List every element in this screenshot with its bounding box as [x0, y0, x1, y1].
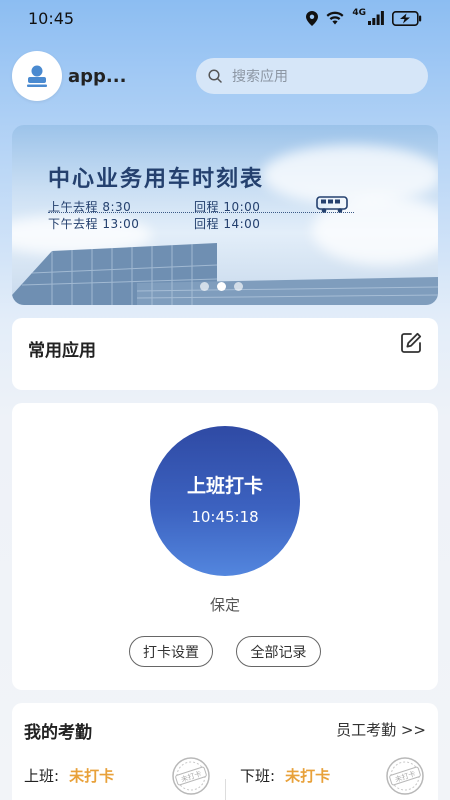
- location-icon: [306, 10, 319, 26]
- off-duty-label: 下班:: [240, 767, 276, 785]
- all-records-button[interactable]: 全部记录: [236, 636, 321, 667]
- battery-charging-icon: [392, 10, 422, 26]
- status-bar: 10:45 4G: [0, 0, 450, 36]
- banner-building: [12, 243, 438, 305]
- banner-divider: [48, 212, 354, 213]
- banner-title: 中心业务用车时刻表: [48, 167, 265, 192]
- top-bar: app... 搜索应用: [12, 51, 438, 101]
- signal-icon: [368, 11, 384, 25]
- carousel-dot[interactable]: [200, 282, 209, 291]
- clock-in-label: 上班打卡: [186, 474, 263, 497]
- carousel-indicator: [200, 282, 243, 291]
- bus-icon: [316, 196, 348, 213]
- status-time: 10:45: [28, 8, 75, 28]
- search-icon: [208, 69, 222, 83]
- clock-in-time: 10:45:18: [191, 507, 259, 526]
- user-icon: [27, 65, 47, 87]
- on-duty-row: 上班: 未打卡: [24, 765, 114, 786]
- banner-afternoon-return: 回程 14:00: [194, 217, 261, 231]
- not-clocked-stamp-icon: 未打卡: [386, 757, 424, 795]
- clock-in-button[interactable]: 上班打卡 10:45:18: [150, 426, 300, 576]
- network-type: 4G: [352, 8, 366, 18]
- carousel-dot[interactable]: [234, 282, 243, 291]
- banner-afternoon-go: 下午去程 13:00: [48, 217, 140, 231]
- not-clocked-stamp-icon: 未打卡: [172, 757, 210, 795]
- banner-carousel[interactable]: 中心业务用车时刻表 上午去程 8:30 回程 10:00 下午去程 13:00 …: [12, 125, 438, 305]
- carousel-dot[interactable]: [217, 282, 226, 291]
- attendance-card: 我的考勤 员工考勤 >> 上班: 未打卡 未打卡 下班: 未打卡 未打卡: [12, 703, 438, 800]
- clock-in-card: 上班打卡 10:45:18 保定 打卡设置 全部记录: [12, 403, 438, 690]
- staff-attendance-link[interactable]: 员工考勤 >>: [336, 719, 426, 740]
- app-name: app...: [68, 65, 127, 87]
- banner-cloud: [262, 145, 438, 205]
- clock-in-location: 保定: [209, 596, 240, 614]
- avatar[interactable]: [12, 51, 62, 101]
- edit-icon[interactable]: [400, 332, 422, 354]
- off-duty-status: 未打卡: [285, 767, 331, 785]
- common-apps-card: 常用应用: [12, 318, 438, 390]
- on-duty-label: 上班:: [24, 767, 60, 785]
- common-apps-title: 常用应用: [28, 341, 96, 361]
- on-duty-status: 未打卡: [69, 767, 115, 785]
- attendance-divider: [225, 779, 226, 800]
- clock-settings-button[interactable]: 打卡设置: [129, 636, 213, 667]
- wifi-icon: [326, 11, 344, 25]
- search-input[interactable]: 搜索应用: [196, 58, 428, 94]
- search-placeholder: 搜索应用: [232, 69, 288, 85]
- off-duty-row: 下班: 未打卡: [240, 765, 330, 786]
- status-icons: 4G: [306, 8, 422, 26]
- attendance-title: 我的考勤: [24, 723, 92, 743]
